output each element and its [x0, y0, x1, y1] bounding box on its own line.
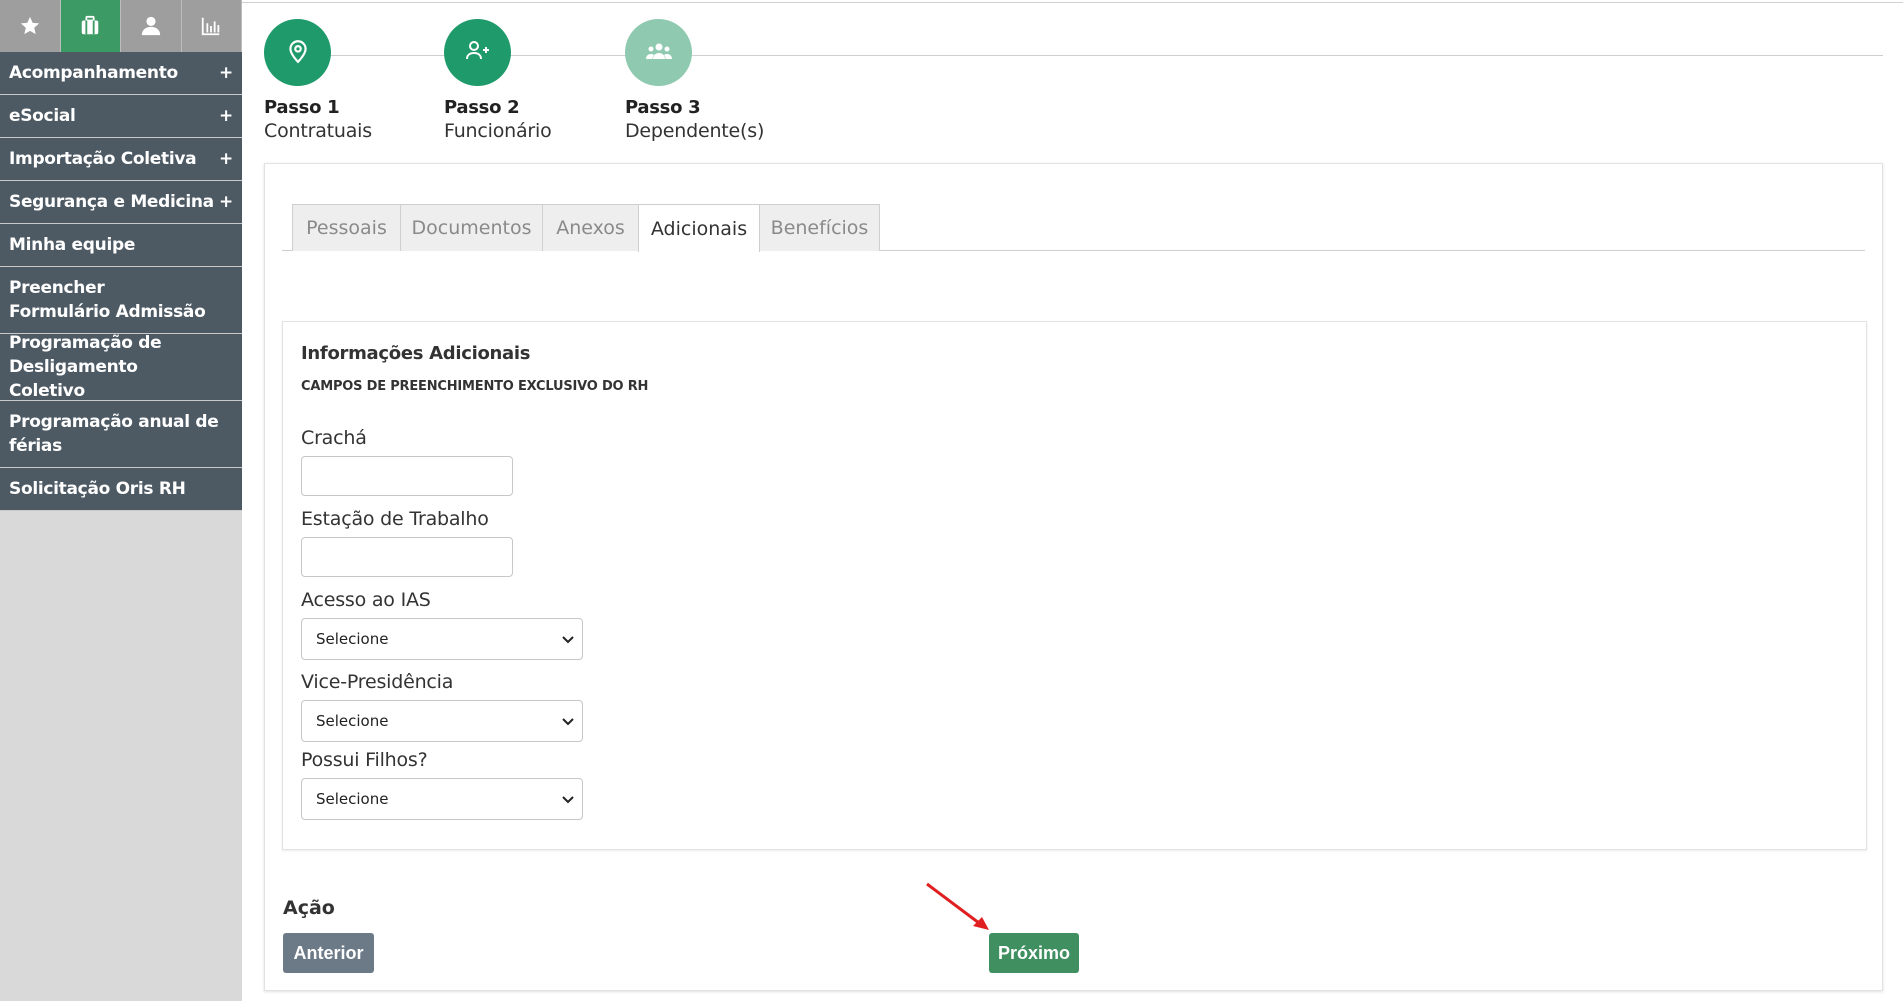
chevron-down-icon [562, 790, 574, 808]
tab-anexos[interactable]: Anexos [542, 204, 639, 251]
tab-bar: Pessoais Documentos Anexos Adicionais Be… [282, 204, 1865, 252]
step-subtitle: Contratuais [264, 120, 372, 142]
tab-pessoais[interactable]: Pessoais [292, 204, 401, 251]
sidebar-tab-user[interactable] [121, 0, 182, 52]
sidebar-menu: Acompanhamento + eSocial + Importação Co… [0, 52, 242, 511]
location-pin-icon [285, 38, 311, 68]
sidebar-item-esocial[interactable]: eSocial + [0, 95, 242, 138]
select-value: Selecione [316, 790, 389, 808]
acesso-ias-label: Acesso ao IAS [301, 589, 431, 611]
tab-documentos[interactable]: Documentos [400, 204, 543, 251]
step-title: Passo 1 [264, 97, 340, 118]
chevron-down-icon [562, 712, 574, 730]
panel-title: Informações Adicionais [301, 343, 531, 364]
possui-filhos-label: Possui Filhos? [301, 749, 428, 771]
user-icon [140, 15, 162, 37]
sidebar-item-oris-rh[interactable]: Solicitação Oris RH [0, 468, 242, 511]
sidebar-item-label: Programação de Desligamento Coletivo [9, 333, 162, 401]
additional-info-panel: Informações Adicionais CAMPOS DE PREENCH… [282, 321, 1867, 850]
vice-presidencia-select[interactable]: Selecione [301, 700, 583, 742]
form-card: Pessoais Documentos Anexos Adicionais Be… [264, 163, 1883, 991]
bar-chart-icon [200, 15, 222, 37]
sidebar-item-label: Minha equipe [9, 235, 136, 255]
tab-beneficios[interactable]: Benefícios [759, 204, 880, 251]
step-2-circle [444, 19, 511, 86]
step-3-circle [625, 19, 692, 86]
step-1[interactable]: Passo 1 Contratuais [264, 19, 424, 142]
step-title: Passo 3 [625, 97, 701, 118]
star-icon [19, 15, 41, 37]
expand-icon: + [219, 192, 233, 212]
panel-subtitle: CAMPOS DE PREENCHIMENTO EXCLUSIVO DO RH [301, 379, 649, 394]
possui-filhos-select[interactable]: Selecione [301, 778, 583, 820]
cracha-input[interactable] [301, 456, 513, 496]
sidebar-item-preencher-formulario[interactable]: Preencher Formulário Admissão [0, 267, 242, 334]
sidebar-item-label: Acompanhamento [9, 63, 178, 83]
cracha-label: Crachá [301, 427, 367, 449]
briefcase-icon [79, 15, 101, 37]
add-user-icon [464, 38, 492, 68]
step-subtitle: Dependente(s) [625, 120, 765, 142]
sidebar-item-seguranca-medicina[interactable]: Segurança e Medicina + [0, 181, 242, 224]
step-1-circle [264, 19, 331, 86]
sidebar-item-acompanhamento[interactable]: Acompanhamento + [0, 52, 242, 95]
step-3[interactable]: Passo 3 Dependente(s) [625, 19, 785, 142]
sidebar-item-label: Importação Coletiva [9, 149, 197, 169]
annotation-arrow-icon [926, 882, 989, 930]
sidebar: Acompanhamento + eSocial + Importação Co… [0, 0, 242, 1001]
estacao-trabalho-input[interactable] [301, 537, 513, 577]
sidebar-item-ferias[interactable]: Programação anual de férias [0, 401, 242, 468]
chevron-down-icon [562, 630, 574, 648]
sidebar-item-label: Preencher Formulário Admissão [9, 278, 206, 322]
expand-icon: + [219, 106, 233, 126]
select-value: Selecione [316, 630, 389, 648]
actions-title: Ação [283, 897, 335, 919]
vice-presidencia-label: Vice-Presidência [301, 671, 454, 693]
step-2[interactable]: Passo 2 Funcionário [444, 19, 604, 142]
sidebar-item-minha-equipe[interactable]: Minha equipe [0, 224, 242, 267]
sidebar-tab-briefcase[interactable] [60, 0, 121, 52]
next-button[interactable]: Próximo [989, 933, 1079, 973]
sidebar-item-label: Segurança e Medicina [9, 192, 214, 212]
tab-adicionais[interactable]: Adicionais [638, 204, 760, 252]
step-subtitle: Funcionário [444, 120, 552, 142]
sidebar-item-label: Programação anual de férias [9, 412, 219, 456]
acesso-ias-select[interactable]: Selecione [301, 618, 583, 660]
top-divider [242, 2, 1903, 3]
sidebar-tabs [0, 0, 242, 52]
previous-button[interactable]: Anterior [283, 933, 374, 973]
sidebar-item-label: eSocial [9, 106, 76, 126]
sidebar-item-desligamento-coletivo[interactable]: Programação de Desligamento Coletivo [0, 333, 242, 401]
sidebar-item-label: Solicitação Oris RH [9, 479, 186, 499]
sidebar-item-importacao-coletiva[interactable]: Importação Coletiva + [0, 138, 242, 181]
select-value: Selecione [316, 712, 389, 730]
sidebar-tab-favorites[interactable] [0, 0, 61, 52]
estacao-trabalho-label: Estação de Trabalho [301, 508, 489, 530]
expand-icon: + [219, 149, 233, 169]
step-title: Passo 2 [444, 97, 520, 118]
users-group-icon [644, 40, 674, 66]
sidebar-tab-charts[interactable] [182, 0, 242, 52]
expand-icon: + [219, 63, 233, 83]
